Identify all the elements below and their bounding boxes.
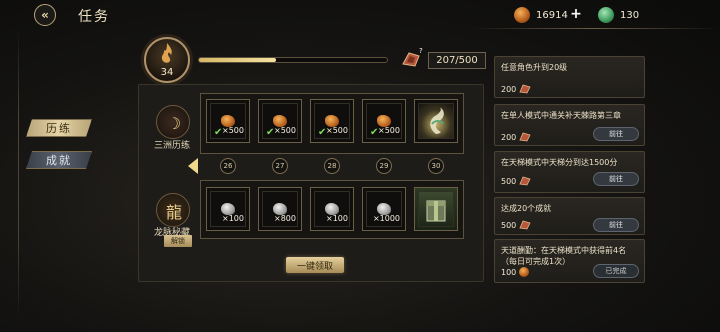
training-token-icon — [519, 176, 531, 186]
ore-icon — [514, 7, 530, 23]
help-icon[interactable]: ? — [419, 47, 427, 55]
check-icon: ✔ — [318, 127, 327, 138]
reward-qty: ×1000 — [372, 214, 400, 223]
task-reward-amount: 500 — [501, 176, 517, 186]
unlock-button[interactable]: 解锁 — [164, 235, 192, 247]
reward-cell[interactable]: ×500 ✔ — [362, 99, 406, 143]
jade-count: 130 — [620, 9, 640, 21]
flame-icon — [161, 43, 172, 63]
goto-button[interactable]: 前往 — [593, 218, 639, 232]
premium-reward-cell[interactable]: ×100 — [310, 187, 354, 231]
premium-reward-cell[interactable]: ×800 — [258, 187, 302, 231]
reward-slot: ×100 — [314, 191, 350, 227]
current-level-pointer — [188, 158, 198, 174]
training-token-icon — [519, 132, 531, 142]
claim-all-button[interactable]: 一键领取 — [286, 257, 344, 273]
task-reward: 200 — [501, 132, 531, 142]
xp-bar-fill — [199, 58, 276, 62]
reward-slot: ×500 ✔ — [210, 103, 246, 139]
level-marker: 27 — [272, 158, 288, 174]
reward-cell[interactable]: ×500 ✔ — [310, 99, 354, 143]
reward-qty: ×500 — [378, 126, 400, 135]
reward-cell[interactable]: ×500 ✔ — [258, 99, 302, 143]
check-icon: ✔ — [370, 127, 379, 138]
level-marker: 26 — [220, 158, 236, 174]
premium-track-emblem: 龍 — [156, 193, 190, 227]
task-title: 任意角色升到20级 — [501, 63, 568, 72]
free-track-label: 三洲历练 — [153, 141, 190, 151]
task-reward: 100 — [501, 267, 530, 277]
level-marker: 28 — [324, 158, 340, 174]
reward-qty: ×500 — [222, 126, 244, 135]
task-reward: 500 — [501, 176, 531, 186]
reward-slot: ×800 — [262, 191, 298, 227]
level-number: 34 — [160, 67, 174, 78]
reward-slot — [418, 103, 454, 139]
header-divider — [470, 28, 720, 29]
task-card: 在单人模式中通关补天棘路第三章 200 前往 — [494, 104, 645, 146]
task-card: 在天梯模式中天梯分到达1500分 500 前往 — [494, 151, 645, 193]
free-track-emblem: ☽ — [156, 105, 190, 139]
ore-icon — [519, 267, 530, 277]
gift-box-icon — [426, 200, 446, 222]
back-button[interactable]: « — [34, 4, 56, 26]
plus-icon: + — [570, 6, 582, 22]
task-title: 达成20个成就 — [501, 204, 552, 213]
task-reward: 200 — [501, 84, 531, 94]
completed-button[interactable]: 已完成 — [593, 264, 639, 278]
ore-currency: 16914 — [514, 7, 568, 23]
training-token-icon — [519, 220, 531, 230]
reward-slot: ×500 ✔ — [314, 103, 350, 139]
premium-reward-cell[interactable]: ×1000 — [362, 187, 406, 231]
task-reward: 500 — [501, 220, 531, 230]
tab-training-label: 历练 — [46, 122, 72, 135]
xp-counter: 207/500 — [428, 52, 486, 69]
tab-training[interactable]: 历练 — [26, 119, 92, 137]
level-marker: 30 — [428, 158, 444, 174]
premium-reward-cell[interactable]: ×100 — [206, 187, 250, 231]
jade-icon — [598, 7, 614, 23]
goto-button[interactable]: 前往 — [593, 172, 639, 186]
ore-count: 16914 — [536, 9, 568, 21]
goto-button[interactable]: 前往 — [593, 127, 639, 141]
nav-decor-line — [18, 30, 19, 320]
task-reward-amount: 500 — [501, 220, 517, 230]
jade-currency: 130 — [598, 7, 639, 23]
task-reward-amount: 200 — [501, 132, 517, 142]
page-title: 任务 — [78, 9, 110, 25]
task-title: 在天梯模式中天梯分到达1500分 — [501, 158, 618, 167]
reward-qty: ×100 — [222, 214, 244, 223]
reward-cell[interactable] — [414, 99, 458, 143]
tab-achievements[interactable]: 成就 — [26, 151, 92, 169]
task-reward-amount: 200 — [501, 84, 517, 94]
reward-cell[interactable]: ×500 ✔ — [206, 99, 250, 143]
level-marker: 29 — [376, 158, 392, 174]
reward-slot: ×500 ✔ — [366, 103, 402, 139]
reward-qty: ×100 — [326, 214, 348, 223]
check-icon: ✔ — [214, 127, 223, 138]
tab-achievements-label: 成就 — [46, 154, 72, 167]
reward-slot: ×1000 — [366, 191, 402, 227]
task-card: 天道酬勤：在天梯模式中获得前4名（每日可完成1次） 100 已完成 — [494, 239, 645, 283]
training-token-icon — [519, 84, 531, 94]
task-reward-amount: 100 — [501, 267, 517, 277]
moon-icon: ☽ — [166, 113, 182, 133]
reward-slot — [418, 191, 454, 227]
premium-reward-cell[interactable] — [414, 187, 458, 231]
reward-slot: ×500 ✔ — [262, 103, 298, 139]
reward-qty: ×500 — [274, 126, 296, 135]
task-title: 在单人模式中通关补天棘路第三章 — [501, 111, 621, 120]
task-card: 任意角色升到20级 200 — [494, 56, 645, 98]
dragon-icon: 龍 — [165, 203, 182, 222]
swirl-wind-icon — [430, 107, 444, 134]
add-currency-button[interactable]: + — [570, 6, 582, 22]
reward-slot: ×100 — [210, 191, 246, 227]
reward-qty: ×800 — [274, 214, 296, 223]
back-arrow-icon: « — [41, 8, 49, 22]
reward-qty: ×500 — [326, 126, 348, 135]
check-icon: ✔ — [266, 127, 275, 138]
task-card: 达成20个成就 500 前往 — [494, 197, 645, 235]
